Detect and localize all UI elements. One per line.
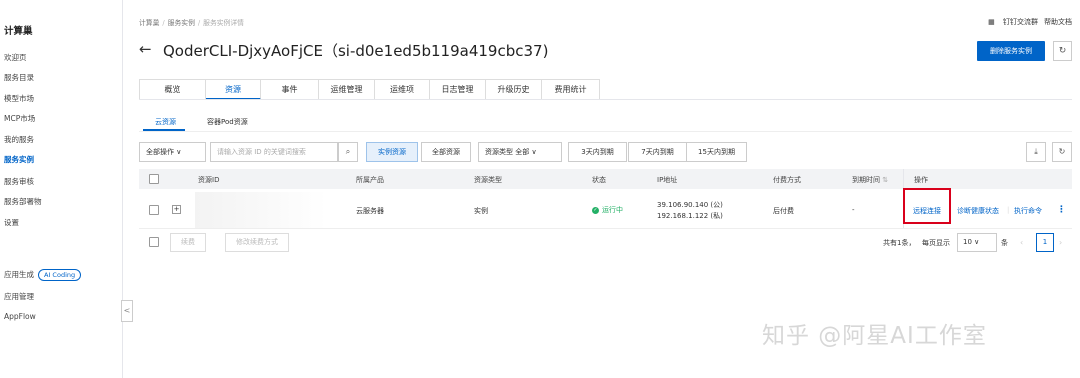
breadcrumb-item[interactable]: 服务实例	[168, 19, 195, 27]
sidebar-item-settings[interactable]: 设置	[4, 217, 19, 228]
highlight-box	[903, 188, 951, 224]
billing-cell: 后付费	[773, 207, 794, 215]
renew-button[interactable]: 续费	[170, 233, 206, 252]
column-header: 资源ID	[198, 176, 220, 184]
back-arrow-icon[interactable]: ←	[139, 40, 152, 58]
column-header[interactable]: 到期时间 ⇅	[852, 175, 888, 185]
more-actions-icon[interactable]: ⋮	[1057, 205, 1066, 215]
breadcrumb: 计算巢 / 服务实例 / 服务实例详情	[139, 19, 244, 27]
ai-coding-badge: AI Coding	[38, 269, 82, 281]
diagnose-health-link[interactable]: 诊断健康状态	[957, 206, 999, 216]
sidebar-item-model-market[interactable]: 模型市场	[4, 93, 34, 104]
sidebar-item-app-manage[interactable]: 应用管理	[4, 291, 34, 302]
filter-expire-7d[interactable]: 7天内到期	[628, 142, 687, 162]
resource-type-cell: 实例	[474, 207, 488, 215]
per-page-unit: 条	[1001, 239, 1008, 247]
column-header: 付费方式	[773, 176, 801, 184]
search-icon[interactable]: ⌕	[338, 142, 358, 162]
tab-resources[interactable]: 资源	[206, 80, 261, 100]
expand-row-icon[interactable]: +	[172, 205, 181, 214]
chevron-down-icon: ∨	[531, 148, 537, 156]
sidebar-item-label: 应用生成	[4, 270, 34, 279]
sort-icon[interactable]: ⇅	[882, 176, 888, 184]
column-header: 操作	[914, 176, 928, 184]
status-cell: ✓ 运行中	[592, 206, 623, 214]
check-circle-icon: ✓	[592, 206, 599, 214]
sidebar-item-mcp-market[interactable]: MCP市场	[4, 113, 35, 124]
delete-instance-button[interactable]: 删除服务实例	[977, 41, 1045, 61]
download-icon[interactable]: ⤓	[1026, 142, 1046, 162]
ip-public: 39.106.90.140 (公)	[657, 201, 723, 209]
footer-select-all-checkbox[interactable]	[149, 237, 159, 247]
breadcrumb-current: 服务实例详情	[203, 19, 244, 27]
product-cell: 云服务器	[356, 207, 384, 215]
tab-cost-stats[interactable]: 费用统计	[542, 80, 599, 100]
sidebar-item-service-instances[interactable]: 服务实例	[4, 154, 34, 165]
subtabs-divider	[139, 131, 1072, 132]
filter-expire-15d[interactable]: 15天内到期	[686, 142, 747, 162]
tab-upgrade-history[interactable]: 升级历史	[486, 80, 542, 100]
resource-type-select[interactable]: 资源类型 全部 ∨	[478, 142, 562, 162]
tab-ops-management[interactable]: 运维管理	[319, 80, 375, 100]
ip-private: 192.168.1.122 (私)	[657, 212, 723, 220]
refresh-icon[interactable]: ↻	[1052, 142, 1072, 162]
filter-all-resource[interactable]: 全部资源	[421, 142, 471, 162]
action-separator: |	[1007, 206, 1010, 214]
dingtalk-group-link[interactable]: ▦ 钉钉交流群	[988, 18, 1038, 26]
expire-cell: -	[852, 206, 855, 214]
column-header: 资源类型	[474, 176, 502, 184]
help-docs-link[interactable]: 帮助文档	[1044, 18, 1072, 26]
tab-events[interactable]: 事件	[261, 80, 319, 100]
chevron-down-icon: ∨	[974, 238, 980, 246]
search-input[interactable]: 请输入资源 ID 的关键词搜索	[210, 142, 338, 162]
refresh-icon[interactable]: ↻	[1053, 41, 1072, 61]
resource-id-redacted	[195, 192, 327, 228]
prev-page-icon[interactable]: ‹	[1020, 238, 1023, 247]
row-divider	[139, 228, 1072, 229]
tabs-divider	[139, 99, 1072, 100]
current-page[interactable]: 1	[1036, 233, 1054, 252]
tab-overview[interactable]: 概览	[140, 80, 206, 100]
column-header: IP地址	[657, 176, 678, 184]
sidebar-item-service-review[interactable]: 服务审核	[4, 176, 34, 187]
tab-logs[interactable]: 日志管理	[430, 80, 486, 100]
page-title: QoderCLI-DjxyAoFjCE（si-d0e1ed5b119a419cb…	[163, 42, 549, 60]
page-size-select[interactable]: 10 ∨	[957, 233, 997, 252]
next-page-icon[interactable]: ›	[1059, 238, 1062, 247]
column-header: 所属产品	[356, 176, 384, 184]
filter-expire-3d[interactable]: 3天内到期	[568, 142, 627, 162]
subtab-cloud-resources[interactable]: 云资源	[155, 117, 176, 127]
sidebar: 计算巢 欢迎页 服务目录 模型市场 MCP市场 我的服务 服务实例 服务审核 服…	[0, 0, 123, 378]
sidebar-item-welcome[interactable]: 欢迎页	[4, 52, 27, 63]
change-renew-button[interactable]: 修改续费方式	[225, 233, 289, 252]
row-checkbox[interactable]	[149, 205, 159, 215]
subtab-pod-resources[interactable]: 容器Pod资源	[207, 117, 248, 127]
total-count: 共有1条，	[883, 239, 916, 247]
column-header: 状态	[592, 176, 606, 184]
sidebar-item-appflow[interactable]: AppFlow	[4, 312, 36, 321]
filter-instance-resource[interactable]: 实例资源	[366, 142, 418, 162]
top-links: ▦ 钉钉交流群 帮助文档	[982, 17, 1072, 27]
per-page-label: 每页显示	[922, 239, 950, 247]
sidebar-item-app-gen[interactable]: 应用生成 AI Coding	[4, 269, 82, 281]
watermark: 知乎 @阿星AI工作室	[762, 323, 987, 349]
main-tabs: 概览 资源 事件 运维管理 运维项 日志管理 升级历史 费用统计	[139, 79, 600, 100]
all-actions-select[interactable]: 全部操作 ∨	[139, 142, 206, 162]
chevron-down-icon: ∨	[176, 148, 182, 156]
breadcrumb-item[interactable]: 计算巢	[139, 19, 159, 27]
sidebar-item-catalog[interactable]: 服务目录	[4, 72, 34, 83]
sidebar-collapse-button[interactable]: <	[121, 300, 133, 322]
tab-ops-items[interactable]: 运维项	[375, 80, 430, 100]
select-all-checkbox[interactable]	[149, 174, 159, 184]
run-command-link[interactable]: 执行命令	[1014, 206, 1042, 216]
sidebar-item-my-services[interactable]: 我的服务	[4, 134, 34, 145]
brand-title: 计算巢	[4, 26, 33, 37]
sidebar-item-deployables[interactable]: 服务部署物	[4, 196, 42, 207]
